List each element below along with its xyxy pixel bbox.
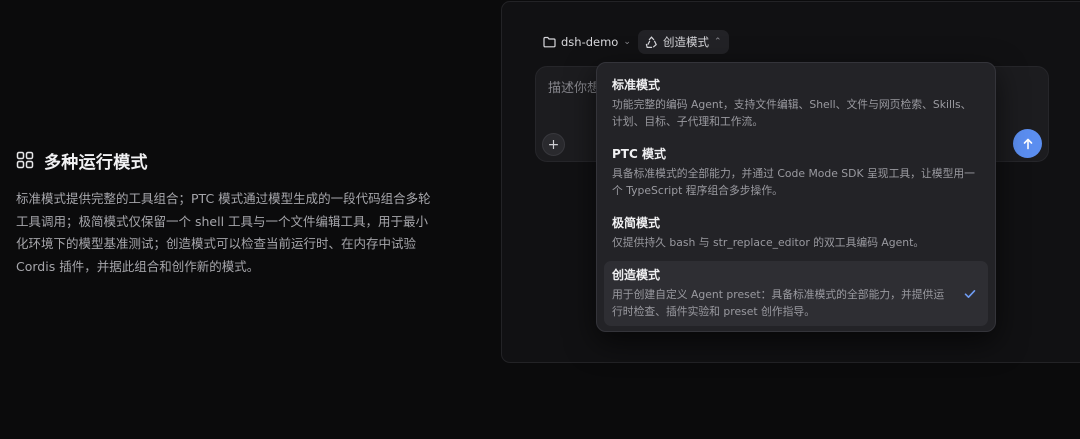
menu-item-title: 创造模式 xyxy=(612,268,661,282)
project-selector[interactable]: dsh-demo ⌄ xyxy=(536,30,638,54)
mode-dropdown-menu: 标准模式 功能完整的编码 Agent，支持文件编辑、Shell、文件与网页检索、… xyxy=(596,62,996,332)
menu-item-description: 用于创建自定义 Agent preset：具备标准模式的全部能力，并提供运行时检… xyxy=(612,288,945,318)
menu-item-description: 仅提供持久 bash 与 str_replace_editor 的双工具编码 A… xyxy=(612,236,925,249)
page: 多种运行模式 标准模式提供完整的工具组合；PTC 模式通过模型生成的一段代码组合… xyxy=(0,0,1080,439)
mode-label: 创造模式 xyxy=(663,35,709,49)
project-label: dsh-demo xyxy=(561,35,619,49)
recycle-icon xyxy=(645,35,657,48)
feature-title: 多种运行模式 xyxy=(44,152,148,173)
menu-item-title: PTC 模式 xyxy=(612,147,666,161)
menu-item-description: 具备标准模式的全部能力，并通过 Code Mode SDK 呈现工具，让模型用一… xyxy=(612,167,975,197)
chevron-up-icon: ⌃ xyxy=(714,37,722,47)
menu-item-title: 极简模式 xyxy=(612,216,661,230)
menu-item-description: 功能完整的编码 Agent，支持文件编辑、Shell、文件与网页检索、Skill… xyxy=(612,98,972,128)
plus-icon: + xyxy=(547,136,560,153)
feature-description: 标准模式提供完整的工具组合；PTC 模式通过模型生成的一段代码组合多轮工具调用；… xyxy=(16,191,431,274)
menu-item-creation[interactable]: 创造模式 用于创建自定义 Agent preset：具备标准模式的全部能力，并提… xyxy=(604,261,988,326)
grid-icon xyxy=(16,151,34,169)
folder-icon xyxy=(543,36,556,48)
mode-selector[interactable]: 创造模式 ⌃ xyxy=(638,30,729,54)
check-icon xyxy=(964,289,976,298)
menu-item-minimal[interactable]: 极简模式 仅提供持久 bash 与 str_replace_editor 的双工… xyxy=(604,209,988,257)
feature-header: 多种运行模式 xyxy=(16,148,436,173)
menu-item-ptc[interactable]: PTC 模式 具备标准模式的全部能力，并通过 Code Mode SDK 呈现工… xyxy=(604,140,988,205)
add-attachment-button[interactable]: + xyxy=(542,133,565,156)
send-button[interactable] xyxy=(1013,129,1042,158)
arrow-up-icon xyxy=(1023,138,1032,149)
chevron-down-icon: ⌄ xyxy=(623,37,631,47)
menu-item-title: 标准模式 xyxy=(612,78,661,92)
menu-item-standard[interactable]: 标准模式 功能完整的编码 Agent，支持文件编辑、Shell、文件与网页检索、… xyxy=(604,71,988,136)
feature-section: 多种运行模式 标准模式提供完整的工具组合；PTC 模式通过模型生成的一段代码组合… xyxy=(16,148,436,278)
